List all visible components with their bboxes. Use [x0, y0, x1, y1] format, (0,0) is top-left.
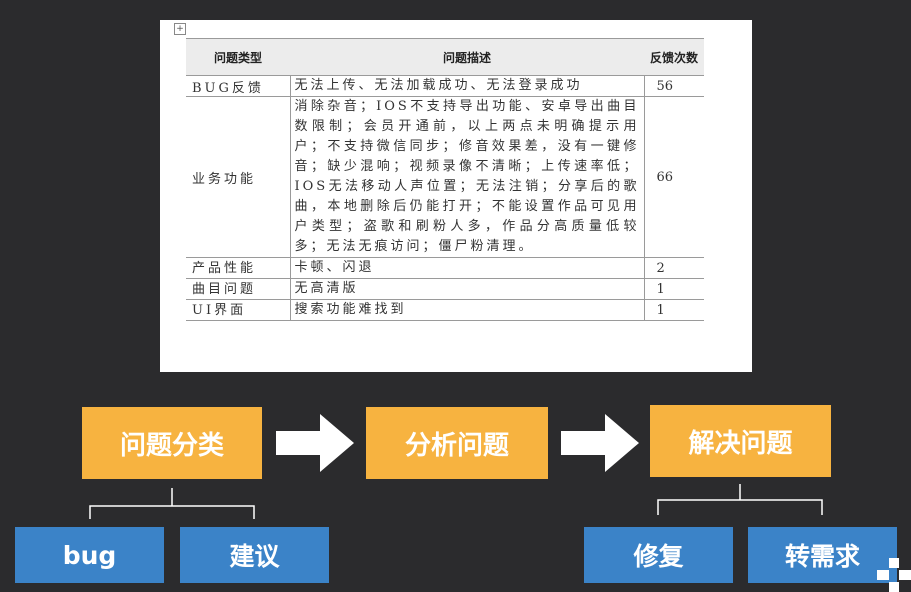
step-classify: 问题分类 — [82, 407, 262, 479]
header-description: 问题描述 — [290, 38, 644, 76]
brace-classify — [89, 488, 255, 519]
row-type: 业务功能 — [186, 96, 290, 258]
child-bug: bug — [15, 527, 164, 583]
step-solve: 解决问题 — [650, 405, 831, 477]
row-count: 1 — [643, 299, 704, 321]
child-fix: 修复 — [584, 527, 733, 583]
table-row: 产品性能 卡顿、闪退 2 — [186, 257, 704, 279]
row-description: 消除杂音；IOS不支持导出功能、安卓导出曲目数限制；会员开通前，以上两点未明确提… — [289, 96, 644, 258]
feedback-document: + 问题类型 问题描述 反馈次数 BUG反馈 无法上传、无法加载成功、无法登录成… — [160, 20, 752, 372]
row-type: UI界面 — [186, 299, 290, 321]
row-description: 搜索功能难找到 — [289, 299, 644, 321]
corner-logo-icon — [877, 558, 911, 592]
feedback-table: 问题类型 问题描述 反馈次数 BUG反馈 无法上传、无法加载成功、无法登录成功 … — [186, 38, 704, 321]
row-type: 产品性能 — [186, 257, 290, 279]
row-type: 曲目问题 — [186, 278, 290, 300]
step-analyze-label: 分析问题 — [404, 430, 509, 461]
row-description: 无法上传、无法加载成功、无法登录成功 — [289, 75, 644, 97]
child-suggestion-label: 建议 — [229, 542, 280, 571]
row-count: 56 — [643, 75, 704, 97]
row-count: 2 — [643, 257, 704, 279]
row-count: 1 — [643, 278, 704, 300]
child-fix-label: 修复 — [633, 542, 684, 571]
header-type: 问题类型 — [186, 38, 290, 76]
row-type: BUG反馈 — [186, 75, 290, 97]
row-count: 66 — [643, 96, 704, 258]
table-header-row: 问题类型 问题描述 反馈次数 — [186, 38, 704, 76]
step-analyze: 分析问题 — [366, 407, 548, 479]
child-to-requirement-label: 转需求 — [784, 542, 860, 571]
table-row: UI界面 搜索功能难找到 1 — [186, 299, 704, 321]
child-bug-label: bug — [62, 540, 117, 570]
table-row: 业务功能 消除杂音；IOS不支持导出功能、安卓导出曲目数限制；会员开通前，以上两… — [186, 96, 704, 258]
brace-solve — [657, 484, 823, 515]
row-description: 无高清版 — [289, 278, 644, 300]
step-solve-label: 解决问题 — [688, 428, 793, 459]
arrow-right-icon — [276, 414, 354, 472]
arrow-right-icon — [561, 414, 639, 472]
table-row: BUG反馈 无法上传、无法加载成功、无法登录成功 56 — [186, 75, 704, 97]
table-move-handle-icon[interactable]: + — [174, 23, 186, 35]
child-suggestion: 建议 — [180, 527, 329, 583]
table-row: 曲目问题 无高清版 1 — [186, 278, 704, 300]
step-classify-label: 问题分类 — [119, 430, 224, 461]
row-description: 卡顿、闪退 — [289, 257, 644, 279]
header-count: 反馈次数 — [644, 38, 704, 76]
